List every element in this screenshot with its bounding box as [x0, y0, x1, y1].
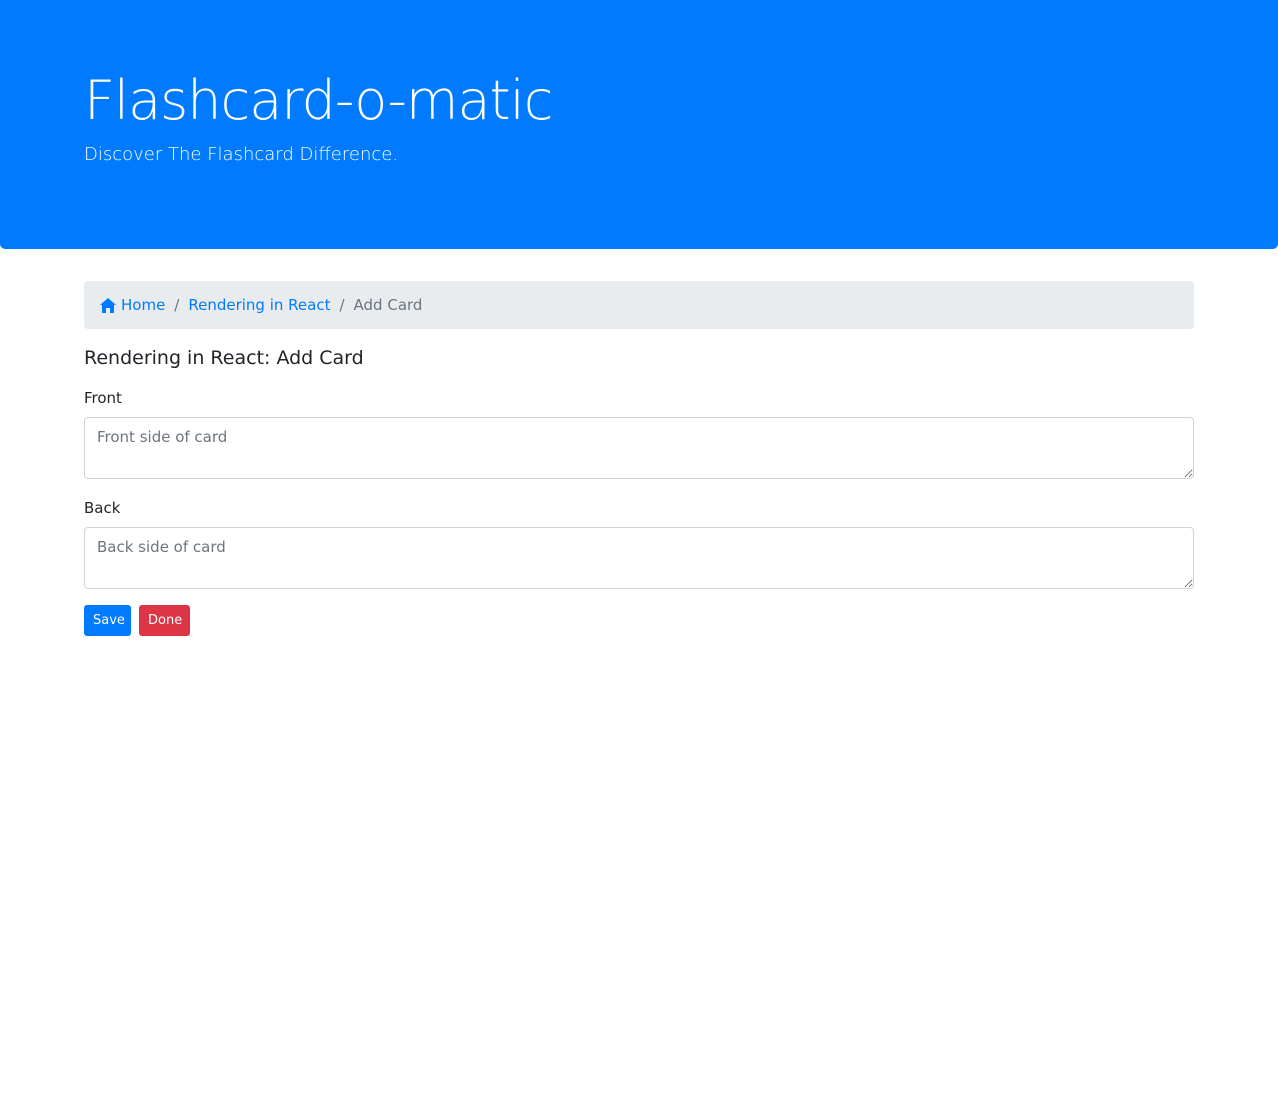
back-label: Back — [84, 499, 121, 517]
jumbotron-header: Flashcard-o-matic Discover The Flashcard… — [0, 0, 1278, 249]
app-tagline: Discover The Flashcard Difference. — [84, 144, 399, 165]
home-icon — [100, 297, 116, 313]
breadcrumb-current: Add Card — [353, 296, 423, 314]
breadcrumb-deck-link[interactable]: Rendering in React — [188, 296, 330, 314]
breadcrumb-home-link[interactable]: Home — [100, 296, 165, 314]
save-button[interactable]: Save — [84, 605, 131, 636]
front-textarea[interactable] — [84, 417, 1194, 479]
breadcrumb-separator: / — [339, 296, 345, 314]
breadcrumb: Home / Rendering in React / Add Card — [84, 281, 1194, 329]
done-button[interactable]: Done — [139, 605, 190, 636]
page-title: Rendering in React: Add Card — [84, 347, 364, 369]
back-textarea[interactable] — [84, 527, 1194, 589]
app-title: Flashcard-o-matic — [84, 69, 553, 132]
front-label: Front — [84, 389, 122, 407]
breadcrumb-home-label: Home — [121, 296, 166, 314]
breadcrumb-separator: / — [174, 296, 180, 314]
